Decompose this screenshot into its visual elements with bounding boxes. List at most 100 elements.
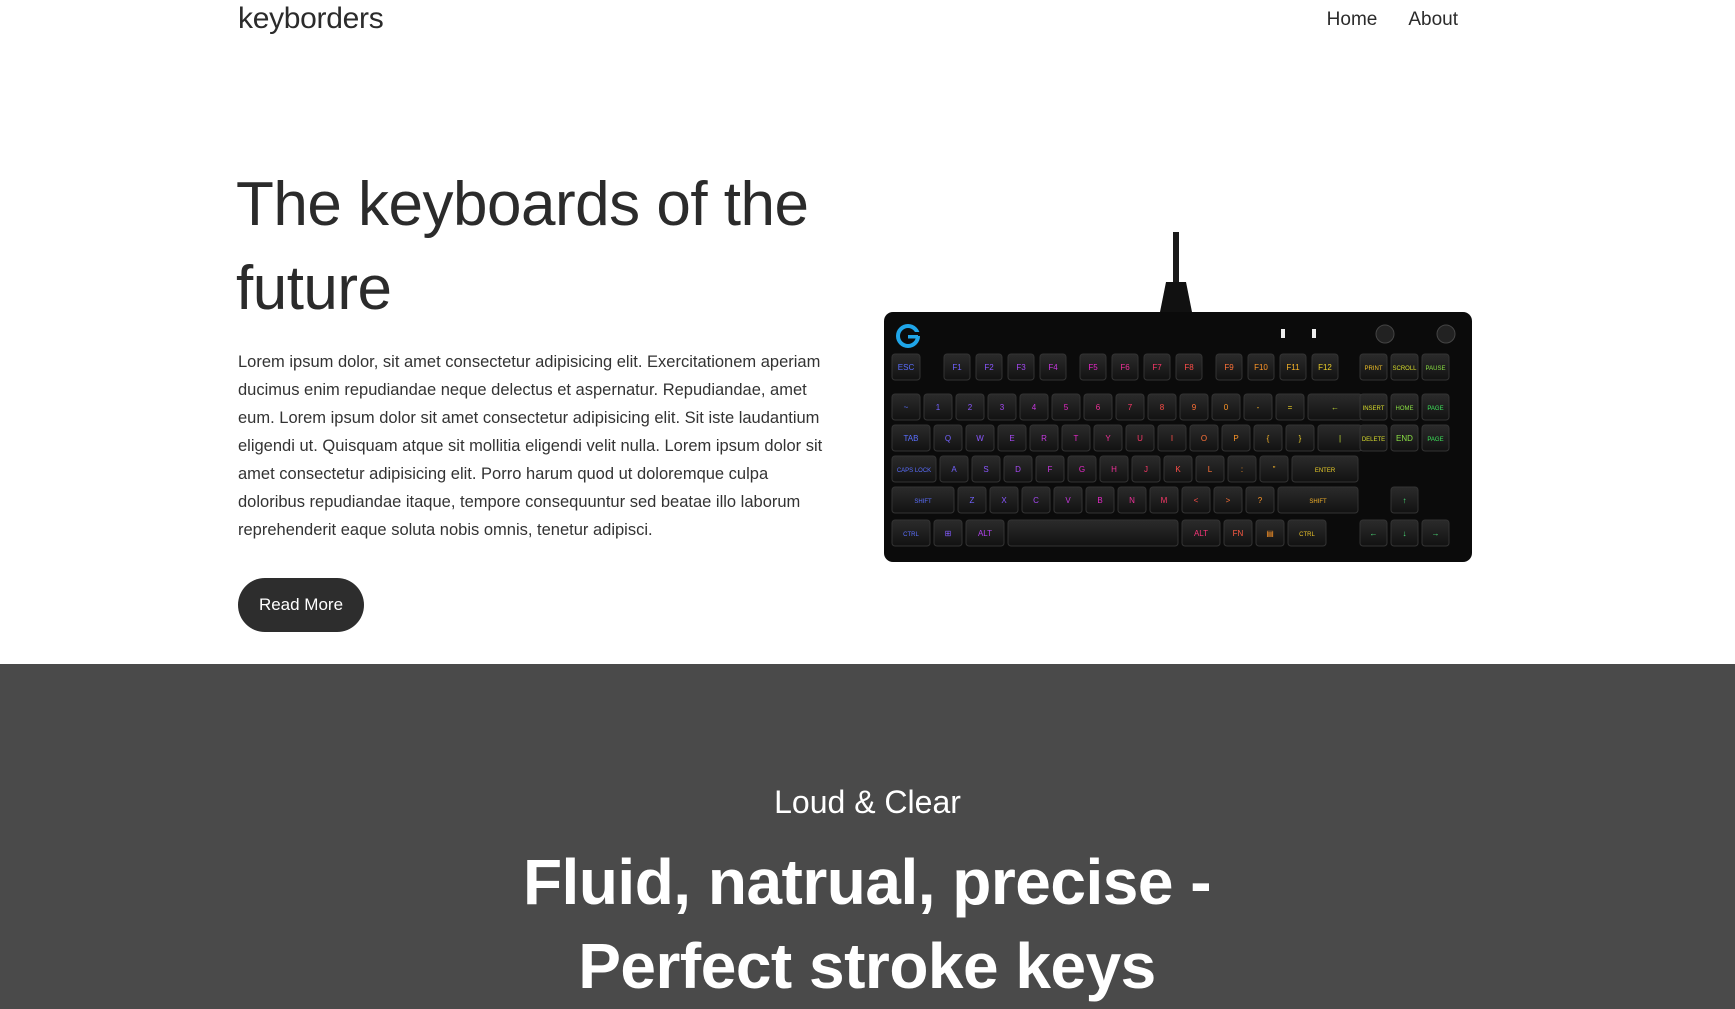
key-label: END [1396, 434, 1413, 443]
key-label: F6 [1120, 363, 1130, 372]
key-label: J [1144, 465, 1148, 474]
key-label: F11 [1286, 363, 1300, 372]
key-label: ↑ [1403, 496, 1407, 505]
key-label: Y [1105, 434, 1111, 443]
key-label: S [983, 465, 988, 474]
key-label: 3 [1000, 403, 1005, 412]
key-label: = [1288, 403, 1293, 412]
key-label: ALT [978, 529, 992, 538]
key-label: 1 [936, 403, 941, 412]
key-label: 8 [1160, 403, 1165, 412]
key-label: 7 [1128, 403, 1133, 412]
key-label: SHIFT [914, 499, 932, 505]
key-label: ▤ [1266, 529, 1274, 538]
key-label: X [1001, 496, 1007, 505]
nav-link-about[interactable]: About [1408, 9, 1458, 31]
indicator-led [1281, 329, 1285, 338]
key-label: < [1194, 496, 1199, 505]
key-label: ENTER [1315, 468, 1336, 474]
key-label: 9 [1192, 403, 1197, 412]
key-label: SCROLL [1392, 366, 1417, 372]
indicator-led [1312, 329, 1316, 338]
nav-links: Home About [1327, 9, 1458, 31]
key-label: K [1175, 465, 1181, 474]
key-label: PAGE [1427, 437, 1443, 443]
key-label: > [1226, 496, 1231, 505]
key-label: PAGE [1427, 406, 1443, 412]
key-label: CTRL [1299, 532, 1315, 538]
key-label: W [976, 434, 984, 443]
key-label: HOME [1396, 406, 1414, 412]
key-label: N [1129, 496, 1135, 505]
key-label: | [1339, 434, 1341, 443]
key-label: 0 [1224, 403, 1229, 412]
key-label: U [1137, 434, 1143, 443]
key-label: ? [1258, 496, 1263, 505]
nav-link-home[interactable]: Home [1327, 9, 1378, 31]
key-label: F5 [1088, 363, 1098, 372]
lighting-button [1436, 324, 1456, 344]
key-label: 5 [1064, 403, 1069, 412]
key-label: CTRL [903, 532, 919, 538]
keyboard-image: ESC F1 F2 F3 F4 F5 F6 F7 F8 F9 F10 F11 F12 PRINT SCROL… [880, 228, 1476, 566]
key-label: ESC [898, 363, 915, 372]
key-label: Z [970, 496, 975, 505]
key-label: { [1267, 434, 1270, 443]
feature-title: Fluid, natrual, precise - Perfect stroke… [522, 846, 1212, 1002]
key-label: " [1273, 465, 1276, 474]
key-label: F [1048, 465, 1053, 474]
key-label: P [1233, 434, 1238, 443]
feature-subtitle: Loud & Clear [774, 784, 961, 820]
key-label: F4 [1048, 363, 1058, 372]
key-label: TAB [904, 434, 919, 443]
key-label: 6 [1096, 403, 1101, 412]
hero-description: Lorem ipsum dolor, sit amet consectetur … [238, 353, 823, 539]
key-label: ↓ [1403, 529, 1407, 538]
key-label: DELETE [1362, 437, 1385, 443]
key-label: F2 [984, 363, 994, 372]
brand-logo[interactable]: keyborders [238, 2, 384, 36]
key-label: ← [1331, 403, 1339, 412]
key-label: 2 [968, 403, 973, 412]
key-label: 4 [1032, 403, 1037, 412]
key-label: INSERT [1363, 406, 1385, 412]
key-label: ← [1370, 529, 1378, 538]
key-label: A [951, 465, 957, 474]
key-label: E [1009, 434, 1014, 443]
key-label: FN [1233, 529, 1244, 538]
key-label: O [1201, 434, 1207, 443]
key-label: F9 [1224, 363, 1234, 372]
key-label: D [1015, 465, 1021, 474]
key-label: M [1161, 496, 1168, 505]
key-label: SHIFT [1309, 499, 1327, 505]
key-label: V [1065, 496, 1071, 505]
key-label: F7 [1152, 363, 1162, 372]
key-label: → [1432, 529, 1440, 538]
feature-section: Loud & Clear Fluid, natrual, precise - P… [0, 664, 1735, 1009]
cable [1173, 232, 1179, 282]
key-label: CAPS LOCK [897, 468, 931, 474]
key-label: B [1097, 496, 1102, 505]
key-label: F1 [952, 363, 962, 372]
key-label: T [1074, 434, 1079, 443]
key-label: ⊞ [945, 529, 952, 538]
cable-connector [1160, 282, 1192, 312]
read-more-button[interactable]: Read More [238, 578, 364, 632]
key-label: : [1241, 465, 1243, 474]
key-label: Q [945, 434, 951, 443]
game-mode-button [1375, 324, 1395, 344]
key-label: F3 [1016, 363, 1026, 372]
top-nav: keyborders Home About [0, 0, 1735, 44]
key-label: F10 [1254, 363, 1268, 372]
key-bottom [1007, 519, 1179, 547]
key-label: I [1171, 434, 1173, 443]
key-label: L [1208, 465, 1213, 474]
key-label: H [1111, 465, 1117, 474]
key-label: F8 [1184, 363, 1194, 372]
key-label: G [1079, 465, 1085, 474]
keyboard-illustration: ESC F1 F2 F3 F4 F5 F6 F7 F8 F9 F10 F11 F12 PRINT SCROL… [884, 232, 1472, 562]
key-label: ~ [904, 403, 909, 412]
key-label: ALT [1194, 529, 1208, 538]
key-label: C [1033, 496, 1039, 505]
key-label: PAUSE [1426, 366, 1446, 372]
